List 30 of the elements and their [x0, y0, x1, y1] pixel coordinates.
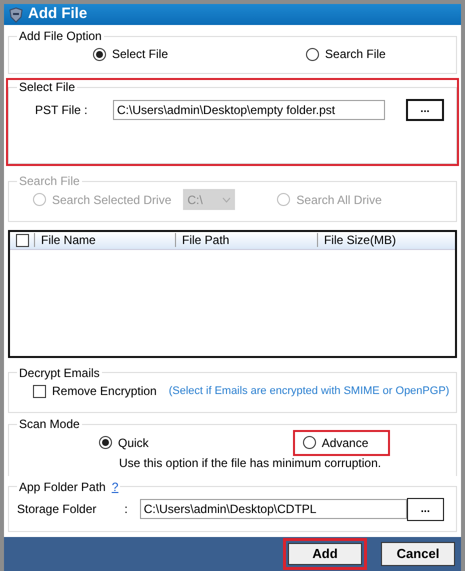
group-title: Select File — [18, 80, 76, 95]
column-header[interactable]: File Name — [34, 233, 175, 248]
select-all-checkbox[interactable] — [16, 234, 29, 247]
pst-file-field[interactable]: C:\Users\admin\Desktop\empty folder.pst — [113, 100, 385, 120]
radio-option[interactable]: Search File — [302, 43, 390, 66]
separator-text: : — [124, 501, 128, 518]
shield-icon — [8, 6, 24, 22]
browse-button[interactable]: ... — [406, 498, 444, 521]
radio-option[interactable]: Select File — [89, 43, 172, 66]
column-header[interactable]: File Size(MB) — [316, 233, 455, 248]
group-title: Scan Mode — [18, 417, 81, 432]
field-label: Storage Folder — [17, 501, 96, 518]
field-label: PST File : — [35, 102, 88, 119]
group-title: Search File — [18, 174, 81, 189]
radio-option[interactable]: Quick — [95, 432, 153, 454]
add-button[interactable]: Add — [283, 538, 367, 570]
group-title: App Folder Path — [19, 480, 106, 494]
column-header[interactable]: File Path — [174, 233, 317, 248]
radio-option[interactable]: Advance — [294, 432, 388, 454]
description-text: Use this option if the file has minimum corruption. — [119, 454, 382, 472]
group-title: Add File Option — [18, 29, 103, 44]
chevron-down-icon — [222, 196, 232, 203]
remove-encryption-checkbox[interactable]: Remove Encryption — [29, 380, 161, 402]
cancel-button[interactable]: Cancel — [381, 542, 455, 566]
hint-text: (Select if Emails are encrypted with SMIME or OpenPGP) — [168, 384, 450, 399]
storage-folder-field[interactable]: C:\Users\admin\Desktop\CDTPL — [140, 499, 407, 520]
help-link[interactable]: ? — [112, 480, 118, 494]
browse-button[interactable]: ... — [406, 98, 444, 121]
group-title: Decrypt Emails — [18, 366, 101, 380]
window-title: Add File — [28, 4, 88, 24]
